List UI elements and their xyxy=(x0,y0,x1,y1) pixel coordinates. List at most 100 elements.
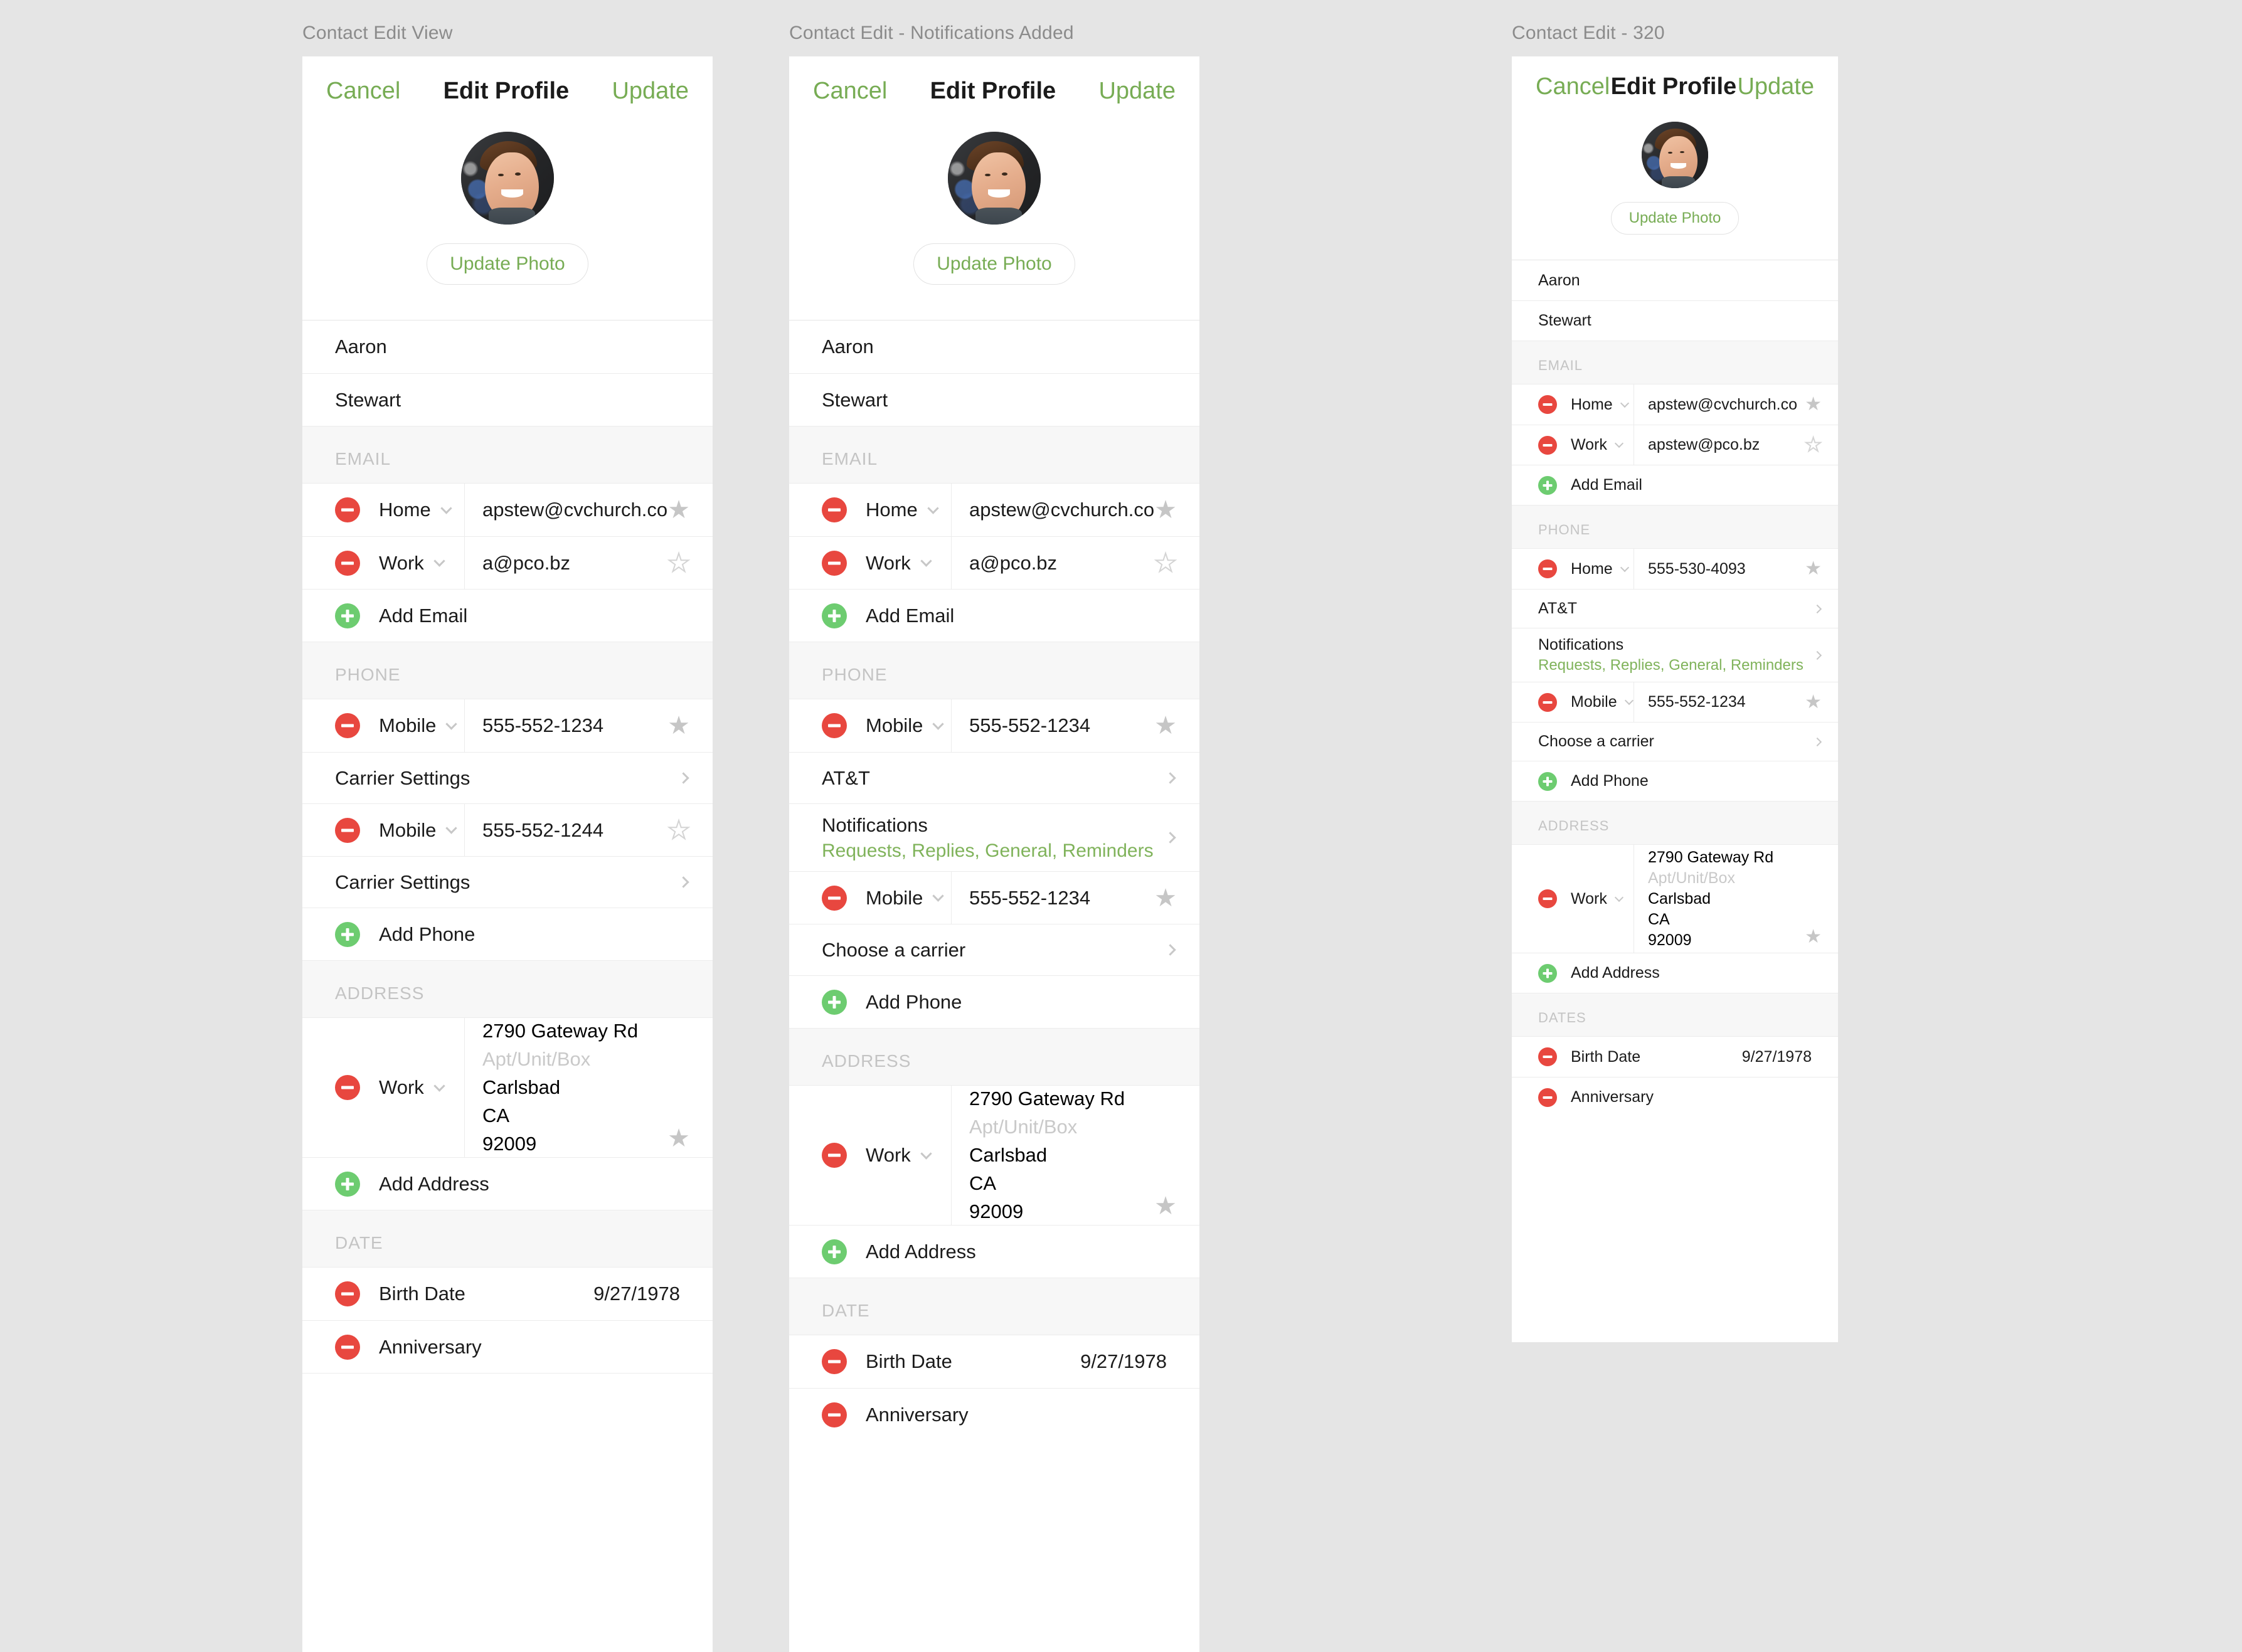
remove-icon[interactable] xyxy=(335,1075,360,1100)
add-phone-row[interactable]: Add Phone xyxy=(1512,761,1838,801)
update-button[interactable]: Update xyxy=(1098,78,1176,105)
add-icon[interactable] xyxy=(822,989,847,1015)
star-icon[interactable]: ★ xyxy=(667,713,690,738)
address-street[interactable]: 2790 Gateway Rd xyxy=(969,1088,1154,1110)
email-type-select[interactable]: Home xyxy=(360,499,464,521)
add-icon[interactable] xyxy=(822,1239,847,1264)
star-icon[interactable]: ★ xyxy=(1805,559,1822,578)
email-type-select[interactable]: Home xyxy=(1557,396,1634,414)
birth-date-value[interactable]: 9/27/1978 xyxy=(952,1350,1167,1373)
birth-date-row[interactable]: Birth Date 9/27/1978 xyxy=(789,1335,1199,1388)
add-address-row[interactable]: Add Address xyxy=(789,1225,1199,1278)
carrier-settings-row[interactable]: Carrier Settings xyxy=(302,856,713,908)
email-type-select[interactable]: Home xyxy=(847,499,951,521)
address-type-select[interactable]: Work xyxy=(1557,890,1634,908)
email-value[interactable]: apstew@cvchurch.co xyxy=(969,499,1154,521)
address-street[interactable]: 2790 Gateway Rd xyxy=(1648,849,1805,867)
email-value[interactable]: a@pco.bz xyxy=(969,552,1154,574)
add-email-row[interactable]: Add Email xyxy=(789,589,1199,642)
star-icon[interactable]: ★ xyxy=(667,817,691,844)
update-photo-button[interactable]: Update Photo xyxy=(1610,202,1740,235)
remove-icon[interactable] xyxy=(822,550,847,576)
star-icon[interactable]: ★ xyxy=(1805,395,1822,414)
avatar[interactable] xyxy=(461,132,554,225)
email-value[interactable]: a@pco.bz xyxy=(482,552,667,574)
choose-carrier-row[interactable]: Choose a carrier xyxy=(1512,722,1838,761)
add-icon[interactable] xyxy=(335,603,360,628)
remove-icon[interactable] xyxy=(335,1334,360,1360)
star-icon[interactable]: ★ xyxy=(1154,550,1177,576)
anniversary-row[interactable]: Anniversary xyxy=(302,1320,713,1373)
remove-icon[interactable] xyxy=(1538,395,1557,414)
add-phone-row[interactable]: Add Phone xyxy=(789,975,1199,1028)
address-state[interactable]: CA xyxy=(969,1172,1154,1195)
star-icon[interactable]: ★ xyxy=(1154,886,1177,911)
add-address-row[interactable]: Add Address xyxy=(302,1157,713,1210)
remove-icon[interactable] xyxy=(822,1402,847,1427)
add-icon[interactable] xyxy=(1538,475,1557,495)
email-type-select[interactable]: Work xyxy=(360,552,464,574)
star-icon[interactable]: ★ xyxy=(1805,692,1822,712)
update-photo-button[interactable]: Update Photo xyxy=(427,243,588,285)
phone-type-select[interactable]: Mobile xyxy=(847,887,951,909)
birth-date-value[interactable]: 9/27/1978 xyxy=(465,1283,680,1305)
phone-row[interactable]: Home 555-530-4093 ★ xyxy=(1512,549,1838,589)
phone-value[interactable]: 555-530-4093 xyxy=(1648,560,1805,578)
remove-icon[interactable] xyxy=(822,885,847,911)
notifications-row[interactable]: Notifications Requests, Replies, General… xyxy=(789,803,1199,871)
phone-row[interactable]: Mobile 555-552-1234 ★ xyxy=(302,699,713,752)
email-row[interactable]: Home apstew@cvchurch.co ★ xyxy=(789,484,1199,536)
add-icon[interactable] xyxy=(335,921,360,947)
email-type-select[interactable]: Work xyxy=(1557,436,1634,454)
remove-icon[interactable] xyxy=(1538,692,1557,712)
update-button[interactable]: Update xyxy=(1737,73,1814,100)
phone-type-select[interactable]: Mobile xyxy=(360,819,464,842)
cancel-button[interactable]: Cancel xyxy=(813,78,887,105)
phone-type-select[interactable]: Mobile xyxy=(847,714,951,737)
remove-icon[interactable] xyxy=(822,713,847,738)
star-icon[interactable]: ★ xyxy=(1154,713,1177,738)
last-name-field[interactable]: Stewart xyxy=(1512,300,1838,341)
remove-icon[interactable] xyxy=(335,497,360,522)
email-type-select[interactable]: Work xyxy=(847,552,951,574)
address-street[interactable]: 2790 Gateway Rd xyxy=(482,1020,667,1042)
email-value[interactable]: apstew@cvchurch.co xyxy=(1648,396,1805,414)
star-icon[interactable]: ★ xyxy=(667,1126,690,1151)
address-apt-placeholder[interactable]: Apt/Unit/Box xyxy=(1648,869,1805,887)
add-email-row[interactable]: Add Email xyxy=(1512,465,1838,505)
remove-icon[interactable] xyxy=(1538,559,1557,578)
add-icon[interactable] xyxy=(1538,771,1557,791)
remove-icon[interactable] xyxy=(822,1143,847,1168)
carrier-row[interactable]: AT&T xyxy=(1512,589,1838,628)
add-phone-row[interactable]: Add Phone xyxy=(302,908,713,960)
address-zip[interactable]: 92009 xyxy=(969,1200,1154,1223)
update-button[interactable]: Update xyxy=(612,78,689,105)
email-row[interactable]: Home apstew@cvchurch.co ★ xyxy=(302,484,713,536)
remove-icon[interactable] xyxy=(822,497,847,522)
add-address-row[interactable]: Add Address xyxy=(1512,953,1838,993)
address-row[interactable]: Work 2790 Gateway Rd Apt/Unit/Box Carlsb… xyxy=(789,1086,1199,1225)
phone-value[interactable]: 555-552-1244 xyxy=(482,819,667,842)
address-state[interactable]: CA xyxy=(1648,911,1805,929)
phone-row[interactable]: Mobile 555-552-1234 ★ xyxy=(789,699,1199,752)
add-icon[interactable] xyxy=(822,603,847,628)
address-apt-placeholder[interactable]: Apt/Unit/Box xyxy=(969,1116,1154,1138)
avatar[interactable] xyxy=(948,132,1041,225)
phone-row[interactable]: Mobile 555-552-1234 ★ xyxy=(1512,682,1838,722)
address-row[interactable]: Work 2790 Gateway Rd Apt/Unit/Box Carlsb… xyxy=(1512,845,1838,953)
star-icon[interactable]: ★ xyxy=(1804,435,1822,455)
address-city[interactable]: Carlsbad xyxy=(482,1076,667,1099)
star-icon[interactable]: ★ xyxy=(1154,497,1177,522)
update-photo-button[interactable]: Update Photo xyxy=(913,243,1075,285)
remove-icon[interactable] xyxy=(1538,435,1557,455)
email-row[interactable]: Home apstew@cvchurch.co ★ xyxy=(1512,384,1838,425)
remove-icon[interactable] xyxy=(335,713,360,738)
cancel-button[interactable]: Cancel xyxy=(326,78,400,105)
remove-icon[interactable] xyxy=(1538,1047,1557,1066)
star-icon[interactable]: ★ xyxy=(1805,928,1822,946)
add-icon[interactable] xyxy=(335,1171,360,1197)
first-name-field[interactable]: Aaron xyxy=(789,320,1199,373)
address-city[interactable]: Carlsbad xyxy=(969,1144,1154,1167)
remove-icon[interactable] xyxy=(335,1281,360,1306)
address-city[interactable]: Carlsbad xyxy=(1648,890,1805,908)
